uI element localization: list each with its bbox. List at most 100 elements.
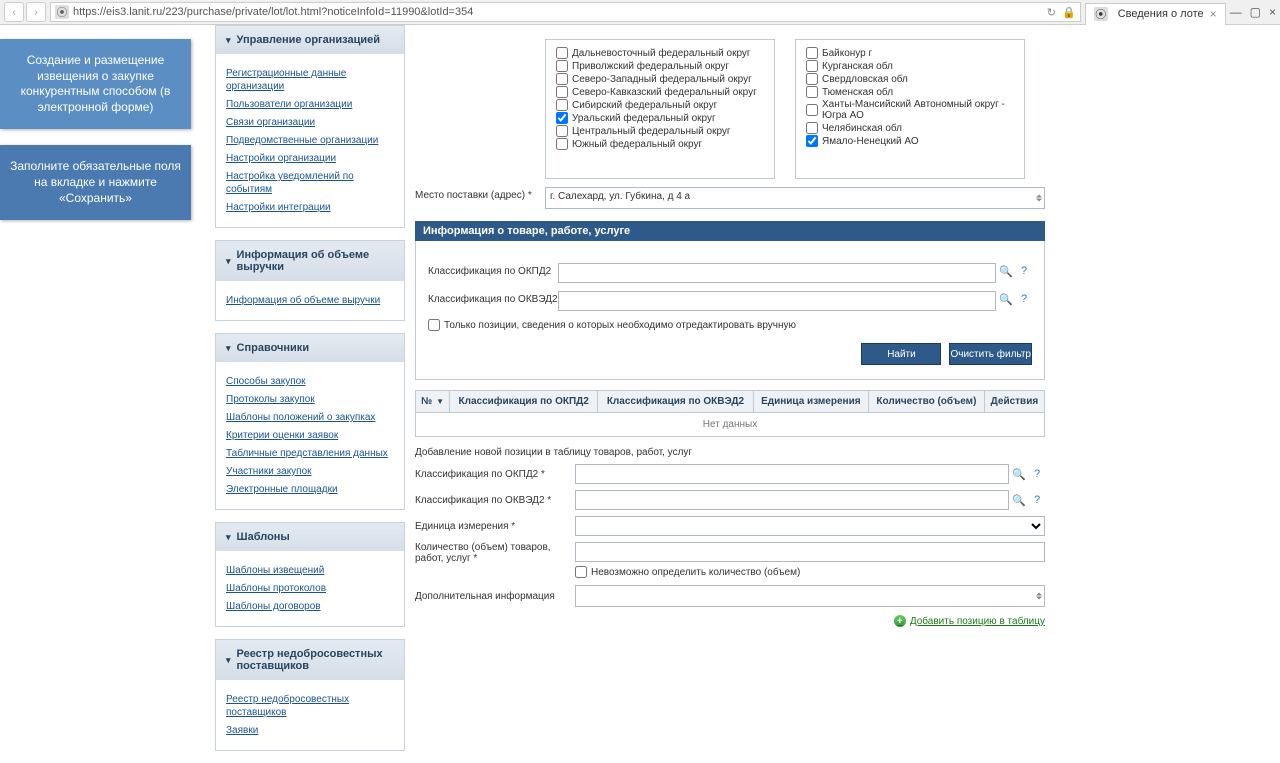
search-icon[interactable]: 🔍	[998, 263, 1014, 279]
close-button[interactable]: ×	[1269, 5, 1276, 19]
section-header-goods: Информация о товаре, работе, услуге	[415, 221, 1045, 241]
sidebar-link[interactable]: Способы закупок	[226, 375, 394, 388]
search-icon[interactable]: 🔍	[1011, 492, 1027, 508]
sidebar-sec-templates: Шаблоны Шаблоны извещений Шаблоны протоко…	[215, 522, 405, 627]
region-checkbox[interactable]	[556, 73, 568, 85]
region-label: Свердловская обл	[822, 74, 908, 85]
sidebar-header[interactable]: Справочники	[216, 334, 404, 362]
region-row: Ханты-Мансийский Автономный округ - Югра…	[806, 99, 1014, 121]
delivery-address-input[interactable]: г. Салехард, ул. Губкина, д 4 а	[545, 187, 1045, 209]
region-checkbox[interactable]	[806, 122, 818, 134]
add-okpd2-row: Классификация по ОКПД2 * 🔍 ?	[415, 464, 1045, 484]
add-extra-row: Дополнительная информация	[415, 585, 1045, 607]
okpd2-row: Классификация по ОКПД2 🔍 ?	[428, 263, 1032, 283]
table-col-header[interactable]: №▼	[416, 391, 450, 413]
region-checkbox[interactable]	[556, 47, 568, 59]
table-col-header[interactable]: Единица измерения	[753, 391, 868, 413]
sidebar-link[interactable]: Шаблоны положений о закупках	[226, 411, 394, 424]
filter-panel: Классификация по ОКПД2 🔍 ? Классификация…	[415, 241, 1045, 380]
search-button[interactable]: Найти	[861, 343, 941, 365]
region-checkbox[interactable]	[556, 60, 568, 72]
forward-button[interactable]: ›	[26, 2, 46, 22]
search-icon[interactable]: 🔍	[1011, 466, 1027, 482]
only-edit-checkbox[interactable]	[428, 319, 440, 331]
region-checkbox[interactable]	[806, 47, 818, 59]
region-checkbox[interactable]	[556, 99, 568, 111]
table-col-header[interactable]: Действия	[984, 391, 1044, 413]
add-okved2-input[interactable]	[575, 490, 1009, 510]
resize-handle[interactable]	[1036, 195, 1042, 202]
table-col-header[interactable]: Количество (объем)	[868, 391, 984, 413]
sidebar-link[interactable]: Критерии оценки заявок	[226, 429, 394, 442]
sidebar-link[interactable]: Связи организации	[226, 116, 394, 129]
maximize-button[interactable]: ▢	[1250, 5, 1261, 19]
site-icon: ⦿	[55, 5, 69, 19]
search-icon[interactable]: 🔍	[998, 291, 1014, 307]
sidebar-link[interactable]: Участники закупок	[226, 465, 394, 478]
region-checkbox[interactable]	[556, 125, 568, 137]
table-col-header[interactable]: Классификация по ОКПД2	[450, 391, 598, 413]
region-row: Байконур г	[806, 47, 1014, 59]
sidebar-link[interactable]: Табличные представления данных	[226, 447, 394, 460]
help-icon[interactable]: ?	[1029, 466, 1045, 482]
region-checkbox[interactable]	[556, 86, 568, 98]
region-checkbox[interactable]	[806, 73, 818, 85]
okpd2-input[interactable]	[558, 263, 996, 283]
qty-impossible-checkbox[interactable]	[575, 566, 587, 578]
region-checkbox[interactable]	[556, 138, 568, 150]
region-checkbox[interactable]	[806, 60, 818, 72]
sidebar-link[interactable]: Настройки интеграции	[226, 201, 394, 214]
table-empty: Нет данных	[416, 413, 1045, 437]
region-checkbox[interactable]	[806, 135, 818, 147]
sidebar-link[interactable]: Электронные площадки	[226, 483, 394, 496]
okved2-input[interactable]	[558, 291, 996, 311]
region-checkbox[interactable]	[556, 112, 568, 124]
resize-handle[interactable]	[1036, 593, 1042, 600]
sidebar-link[interactable]: Шаблоны договоров	[226, 600, 394, 613]
region-label: Северо-Западный федеральный округ	[572, 74, 752, 85]
region-row: Тюменская обл	[806, 86, 1014, 98]
region-row: Сибирский федеральный округ	[556, 99, 764, 111]
filter-buttons: Найти Очистить фильтр	[428, 343, 1032, 365]
sidebar-link[interactable]: Реестр недобросовестных поставщиков	[226, 693, 394, 719]
sidebar-link[interactable]: Настройки организации	[226, 152, 394, 165]
sidebar-link[interactable]: Пользователи организации	[226, 98, 394, 111]
close-icon[interactable]: ×	[1210, 7, 1217, 21]
reload-icon[interactable]: ↻	[1047, 6, 1056, 19]
add-position-link[interactable]: + Добавить позицию в таблицу	[415, 615, 1045, 627]
minimize-button[interactable]: —	[1230, 5, 1242, 19]
qty-input[interactable]	[575, 542, 1045, 562]
sidebar-link[interactable]: Подведомственные организации	[226, 134, 394, 147]
url-bar[interactable]: ⦿ https://eis3.lanit.ru/223/purchase/pri…	[50, 2, 1081, 22]
unit-select[interactable]	[575, 516, 1045, 536]
browser-tab[interactable]: ⦿ Сведения о лоте ×	[1085, 3, 1226, 25]
sidebar-link[interactable]: Информация об объеме выручки	[226, 294, 394, 307]
extra-info-input[interactable]	[575, 585, 1045, 607]
sidebar: Управление организацией Регистрационные …	[215, 25, 405, 763]
back-button[interactable]: ‹	[4, 2, 24, 22]
sidebar-link[interactable]: Протоколы закупок	[226, 393, 394, 406]
region-row: Уральский федеральный округ	[556, 112, 764, 124]
clear-filter-button[interactable]: Очистить фильтр	[949, 343, 1032, 365]
add-okpd2-input[interactable]	[575, 464, 1009, 484]
region-row: Северо-Кавказский федеральный округ	[556, 86, 764, 98]
regions-right-box: Байконур гКурганская облСвердловская обл…	[795, 39, 1025, 179]
table-col-header[interactable]: Классификация по ОКВЭД2	[598, 391, 753, 413]
sidebar-header[interactable]: Управление организацией	[216, 26, 404, 54]
sidebar-link[interactable]: Заявки	[226, 724, 394, 737]
help-icon[interactable]: ?	[1016, 263, 1032, 279]
sidebar-header[interactable]: Информация об объеме выручки	[216, 241, 404, 281]
sidebar-link[interactable]: Настройка уведомлений по событиям	[226, 170, 394, 196]
region-label: Приволжский федеральный округ	[572, 61, 729, 72]
sidebar-header[interactable]: Реестр недобросовестных поставщиков	[216, 640, 404, 680]
region-label: Центральный федеральный округ	[572, 126, 731, 137]
help-icon[interactable]: ?	[1029, 492, 1045, 508]
sidebar-link[interactable]: Регистрационные данные организации	[226, 67, 394, 93]
region-checkbox[interactable]	[806, 104, 818, 116]
help-icon[interactable]: ?	[1016, 291, 1032, 307]
plus-icon: +	[894, 615, 906, 627]
sidebar-link[interactable]: Шаблоны протоколов	[226, 582, 394, 595]
sidebar-header[interactable]: Шаблоны	[216, 523, 404, 551]
region-checkbox[interactable]	[806, 86, 818, 98]
sidebar-link[interactable]: Шаблоны извещений	[226, 564, 394, 577]
